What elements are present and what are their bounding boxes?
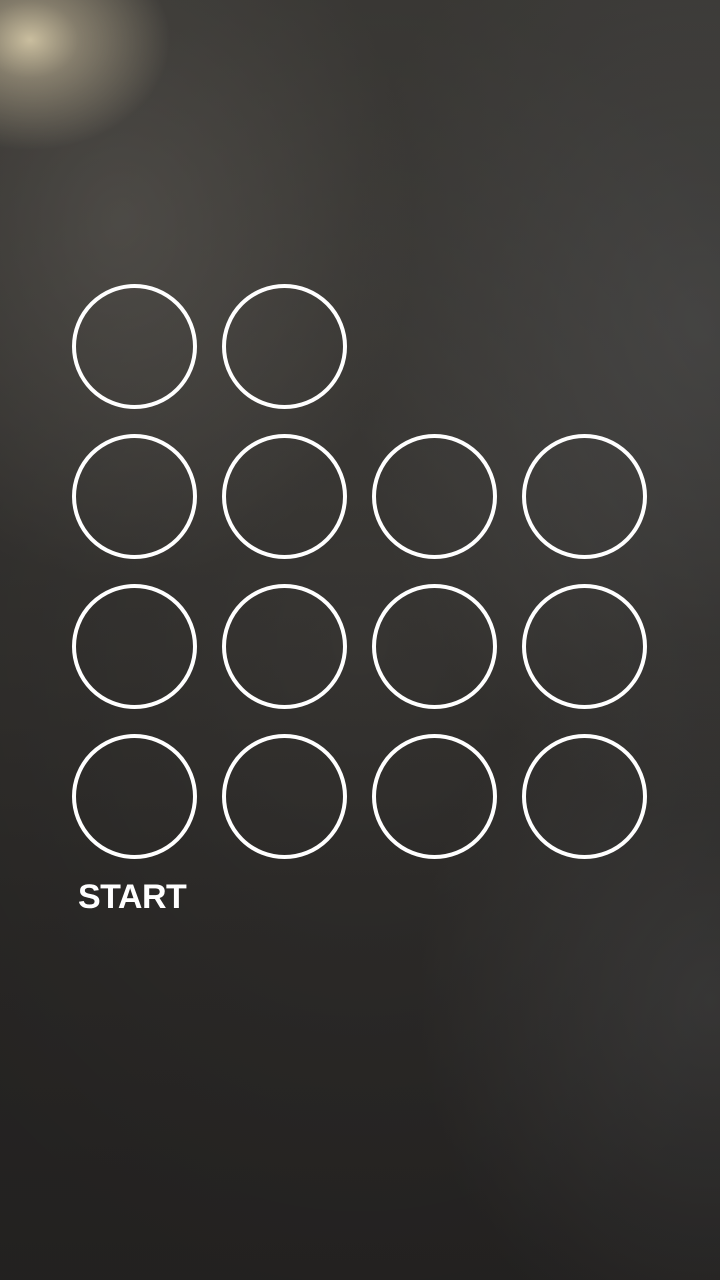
ring-r3-c2[interactable]	[222, 584, 347, 709]
start-label: START	[78, 878, 187, 916]
ring-r1-c1[interactable]	[72, 284, 197, 409]
ring-r4-c4[interactable]	[522, 734, 647, 859]
ring-r1-c2[interactable]	[222, 284, 347, 409]
ring-r3-c1[interactable]	[72, 584, 197, 709]
ring-r2-c3[interactable]	[372, 434, 497, 559]
ring-r4-c1[interactable]	[72, 734, 197, 859]
ring-r2-c2[interactable]	[222, 434, 347, 559]
ring-r4-c3[interactable]	[372, 734, 497, 859]
ring-r2-c4[interactable]	[522, 434, 647, 559]
ring-r2-c1[interactable]	[72, 434, 197, 559]
ring-grid	[72, 284, 648, 859]
ring-r3-c3[interactable]	[372, 584, 497, 709]
ring-r3-c4[interactable]	[522, 584, 647, 709]
ring-r4-c2[interactable]	[222, 734, 347, 859]
